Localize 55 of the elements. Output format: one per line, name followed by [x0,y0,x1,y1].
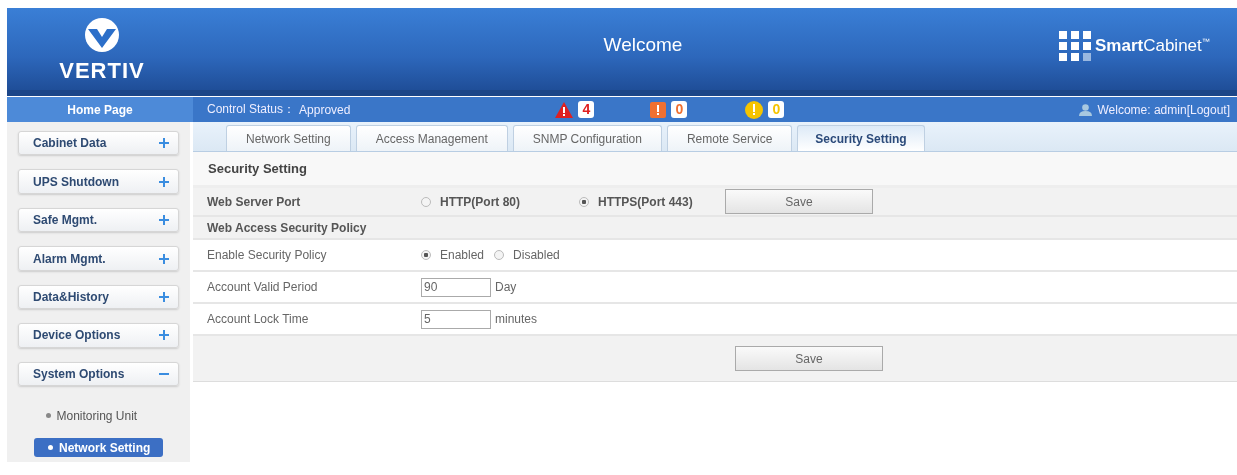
alarm-count: 0 [768,101,785,118]
unit-label: minutes [495,312,538,326]
alarm-count: 4 [578,101,595,118]
submenu-item[interactable]: Network Setting [34,438,163,458]
alarm-count: 0 [671,101,688,118]
control-status-value: Approved [299,102,351,117]
tab[interactable]: Remote Service [666,125,793,151]
user-welcome-link[interactable]: Welcome: admin[Logout] [1097,102,1230,117]
menu-item[interactable]: System Options [18,361,179,387]
bullet-icon [48,445,53,451]
home-page-link[interactable]: Home Page [7,97,193,122]
save-button[interactable]: Save [735,346,883,371]
control-status-label: Control Status： [207,101,296,118]
option-label: Disabled [513,248,560,262]
field-label: Account Valid Period [206,280,319,294]
tab[interactable]: SNMP Configuration [512,125,662,151]
tab[interactable]: Access Management [355,125,508,151]
plus-icon [159,176,169,187]
plus-icon [159,215,169,226]
page-title: Welcome [602,34,684,57]
menu-item[interactable]: Safe Mgmt. [18,207,179,233]
tab[interactable]: Security Setting [797,125,925,151]
field-label: Account Lock Time [206,312,310,326]
input-field[interactable]: 5 [421,309,491,329]
option-label: HTTP(Port 80) [440,194,520,209]
radio-button[interactable] [421,250,431,260]
field-label: Enable Security Policy [206,248,328,262]
menu-item[interactable]: Device Options [18,323,179,348]
grid-logo-icon [1059,31,1091,61]
save-button[interactable]: Save [725,189,873,214]
bullet-icon [45,413,51,419]
input-field[interactable]: 90 [421,277,491,297]
section-title: Security Setting [193,152,1237,188]
menu-item[interactable]: Cabinet Data [18,131,179,156]
option-label: HTTPS(Port 443) [598,194,693,209]
logo-icon [83,18,121,52]
option-label: Enabled [440,248,485,262]
menu-item[interactable]: UPS Shutdown [18,169,179,194]
radio-button[interactable] [421,196,431,207]
plus-icon [159,253,169,264]
menu-item[interactable]: Alarm Mgmt. [18,246,179,271]
field-label: Web Server Port [206,194,302,209]
plus-icon [159,138,169,149]
brand-name: SmartCabinet$^{™}$ [1095,36,1210,56]
subsection-title: Web Access Security Policy [206,220,368,235]
plus-icon [159,291,169,302]
unit-label: Day [495,280,517,294]
plus-icon [159,330,169,341]
submenu-item[interactable]: Monitoring Unit [31,406,166,426]
logo-text: VERTIV [59,58,145,84]
tab[interactable]: Network Setting [226,125,351,151]
radio-button[interactable] [494,250,505,260]
menu-item[interactable]: Data&History [18,284,179,310]
radio-button[interactable] [579,196,589,207]
user-icon [1079,103,1093,116]
